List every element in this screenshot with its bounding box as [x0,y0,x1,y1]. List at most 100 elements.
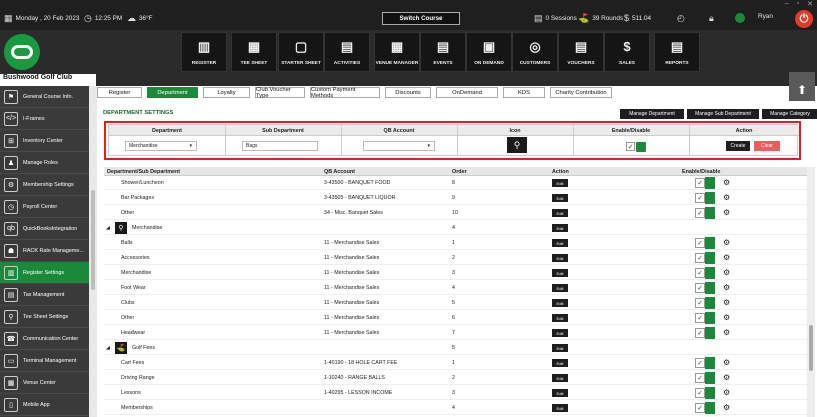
enable-toggle[interactable] [705,357,715,369]
enable-toggle[interactable] [705,372,715,384]
minimize-icon[interactable]: – [785,0,789,8]
edit-button[interactable]: Edit [552,239,568,247]
manage-category-button[interactable]: Manage Category [762,109,817,119]
edit-button[interactable]: Edit [552,314,568,322]
enable-toggle[interactable] [705,312,715,324]
tab-charity-contribution[interactable]: Charity Contribution [550,87,612,98]
gear-icon[interactable]: ⚙ [723,268,730,277]
edit-button[interactable]: Edit [552,374,568,382]
tab-discounts[interactable]: Discounts [385,87,431,98]
enable-checkbox[interactable]: ✓ [695,268,705,278]
sidebar-scroll-thumb[interactable] [91,190,95,290]
enable-toggle[interactable] [705,252,715,264]
sessions-display[interactable]: ▤ 0 Sessions [534,13,577,24]
enable-checkbox[interactable]: ✓ [695,298,705,308]
department-icon-picker[interactable]: ⚲ [507,137,527,153]
user-name[interactable]: Ryan [758,13,773,20]
edit-button[interactable]: Edit [552,224,568,232]
amount-display[interactable]: $511.04 [624,13,651,23]
nav-sales-button[interactable]: $ SALES [604,32,650,72]
sidebar-item-quickbooksintegration[interactable]: qb QuickBooksIntegration [0,218,89,240]
rounds-display[interactable]: ⛳ 39 Rounds [578,13,623,24]
enable-toggle[interactable] [705,297,715,309]
gear-icon[interactable]: ⚙ [723,313,730,322]
sidebar-item-payroll-center[interactable]: ◷ Payroll Center [0,196,89,218]
tab-department[interactable]: Department [147,87,198,98]
nav-tee-sheet-button[interactable]: ▦ TEE SHEET [231,32,277,72]
edit-button[interactable]: Edit [552,269,568,277]
nav-register-button[interactable]: ▥ REGISTER [181,32,227,72]
nav-starter-sheet-button[interactable]: ▢ STARTER SHEET [278,32,324,72]
sidebar-item-rack-rate-manageme[interactable]: ☗ RACK Rate Manageme... [0,240,89,262]
edit-button[interactable]: Edit [552,254,568,262]
sidebar-item-tee-sheet-settings[interactable]: ⚲ Tee Sheet Settings [0,306,89,328]
department-select[interactable]: Merchandise ▾ [125,141,197,151]
enable-toggle[interactable] [705,387,715,399]
table-scrollbar[interactable] [807,167,815,417]
enable-toggle[interactable] [705,327,715,339]
enable-toggle[interactable] [705,402,715,414]
enable-checkbox[interactable]: ✓ [695,178,705,188]
close-icon[interactable]: ✕ [807,0,813,8]
tab-club-voucher-type[interactable]: Club Voucher Type [255,87,305,99]
lock-icon[interactable]: 🔒︎ [709,13,714,24]
enable-toggle[interactable] [705,207,715,219]
expand-icon[interactable]: ◢ [106,345,110,351]
tab-loyalty[interactable]: Loyalty [203,87,250,98]
enable-toggle[interactable] [705,192,715,204]
edit-button[interactable]: Edit [552,404,568,412]
manage-department-button[interactable]: Manage Department [620,109,684,119]
gear-icon[interactable]: ⚙ [723,373,730,382]
enable-toggle[interactable] [705,237,715,249]
enable-toggle[interactable] [705,177,715,189]
sidebar-item-venue-center[interactable]: ▦ Venue Center [0,372,89,394]
gear-icon[interactable]: ⚙ [723,283,730,292]
tab-custom-payment-methods[interactable]: Custom Payment Methods [310,87,380,99]
history-icon[interactable]: ◴ [677,13,685,24]
enable-checkbox[interactable]: ✓ [695,253,705,263]
gear-icon[interactable]: ⚙ [723,208,730,217]
enable-toggle[interactable] [636,142,646,152]
power-icon[interactable]: ⏻ [795,10,813,28]
enable-checkbox[interactable]: ✓ [695,283,705,293]
enable-checkbox[interactable]: ✓ [695,193,705,203]
enable-checkbox[interactable]: ✓ [695,208,705,218]
sidebar-item-i-frames[interactable]: </> I-Frames [0,108,89,130]
gear-icon[interactable]: ⚙ [723,238,730,247]
clear-button[interactable]: Clear [754,141,780,151]
edit-button[interactable]: Edit [552,194,568,202]
edit-button[interactable]: Edit [552,179,568,187]
qb-account-select[interactable]: ▾ [363,141,435,151]
nav-customers-button[interactable]: ◎ CUSTOMERS [512,32,558,72]
nav-activities-button[interactable]: ▤ ACTIVITIES [324,32,370,72]
enable-checkbox[interactable]: ✓ [626,142,635,151]
tab-ondemand[interactable]: OnDemand [436,87,498,98]
edit-button[interactable]: Edit [552,209,568,217]
sidebar-item-inventory-center[interactable]: ⊞ Inventory Center [0,130,89,152]
tab-kds[interactable]: KDS [503,87,545,98]
gear-icon[interactable]: ⚙ [723,178,730,187]
tab-register[interactable]: Register [97,87,142,98]
enable-checkbox[interactable]: ✓ [695,388,705,398]
sidebar-item-membership-settings[interactable]: ⚙ Membership Settings [0,174,89,196]
sidebar-item-communication-center[interactable]: ☎ Communication Center [0,328,89,350]
enable-checkbox[interactable]: ✓ [695,238,705,248]
enable-checkbox[interactable]: ✓ [695,358,705,368]
enable-checkbox[interactable]: ✓ [695,403,705,413]
sidebar-item-manage-roles[interactable]: ♟ Manage Roles [0,152,89,174]
nav-on-demand-button[interactable]: ▣ ON DEMAND [466,32,512,72]
edit-button[interactable]: Edit [552,389,568,397]
gear-icon[interactable]: ⚙ [723,193,730,202]
edit-button[interactable]: Edit [552,359,568,367]
sidebar-item-terminal-management[interactable]: ▭ Terminal Management [0,350,89,372]
create-button[interactable]: Create [726,141,750,151]
edit-button[interactable]: Edit [552,284,568,292]
edit-button[interactable]: Edit [552,344,568,352]
gear-icon[interactable]: ⚙ [723,328,730,337]
enable-checkbox[interactable]: ✓ [695,328,705,338]
enable-toggle[interactable] [705,267,715,279]
sidebar-item-general-course-info[interactable]: ⚑ General Course Info. [0,86,89,108]
gear-icon[interactable]: ⚙ [723,358,730,367]
sidebar-item-tax-management[interactable]: ▤ Tax Management [0,284,89,306]
gear-icon[interactable]: ⚙ [723,388,730,397]
